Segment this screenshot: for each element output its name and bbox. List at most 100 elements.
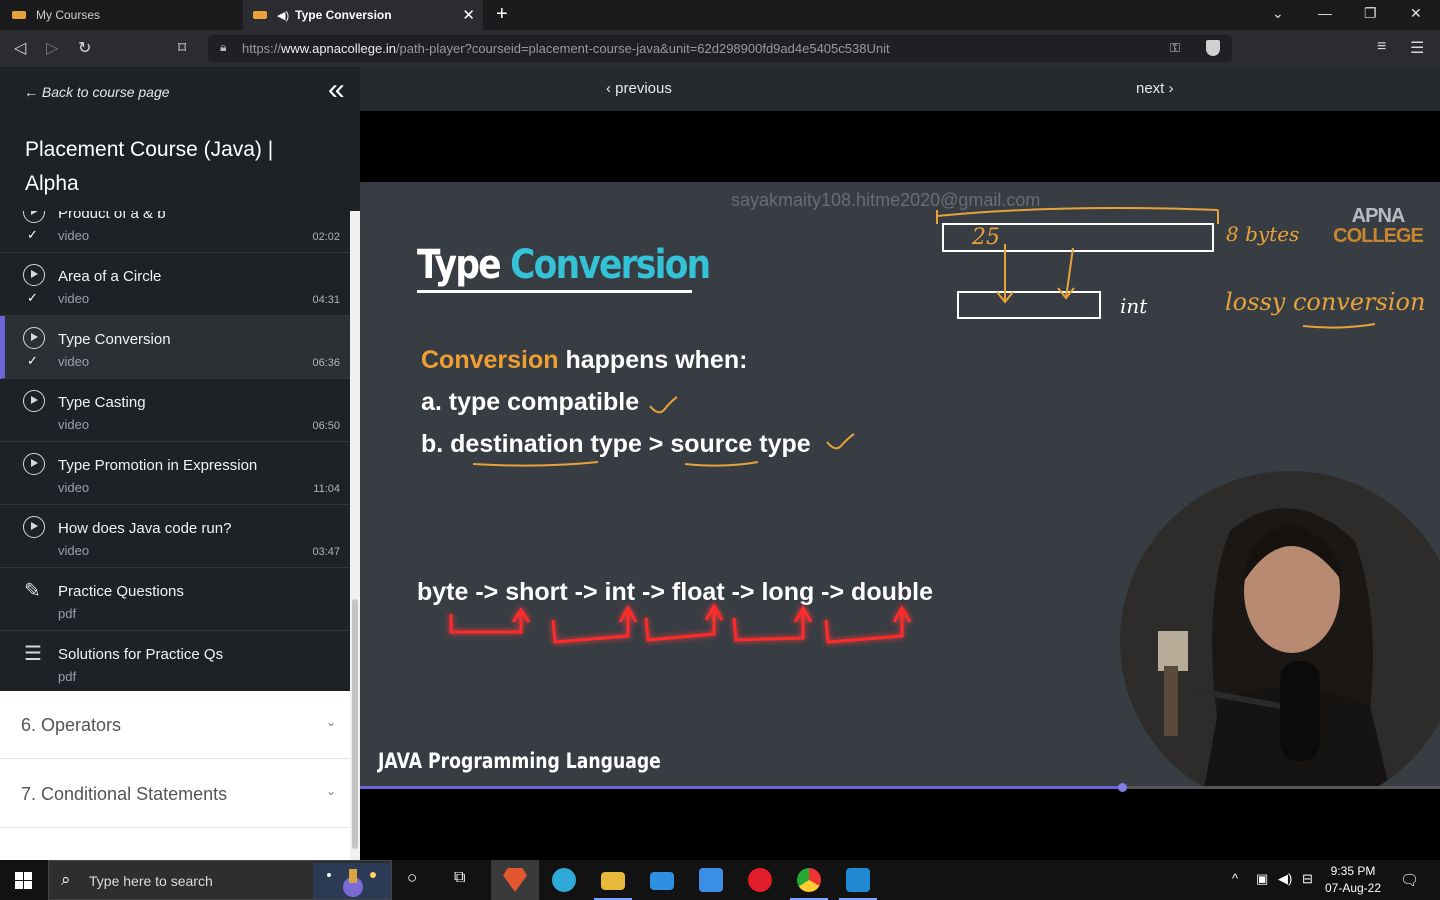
lesson-duration: 06:36 bbox=[312, 357, 340, 369]
edge-browser-icon[interactable] bbox=[552, 868, 576, 892]
tab-my-courses[interactable]: My Courses bbox=[0, 0, 242, 30]
cortana-icon[interactable]: ○ bbox=[407, 868, 417, 888]
lesson-duration: 04:31 bbox=[312, 294, 340, 306]
tray-chevron-icon[interactable]: ^ bbox=[1232, 871, 1238, 886]
section-conditional-statements[interactable]: 7. Conditional Statements ⌄ bbox=[0, 760, 350, 828]
play-circle-icon bbox=[23, 390, 45, 412]
lesson-item-active[interactable]: ✓ Type Conversion video 06:36 bbox=[0, 316, 350, 379]
lesson-type: video bbox=[58, 228, 90, 243]
lesson-item[interactable]: ✓ Area of a Circle video 04:31 bbox=[0, 253, 350, 316]
tab-list-chevron-icon[interactable]: ⌄ bbox=[1272, 5, 1284, 22]
lesson-item[interactable]: Type Casting video 06:50 bbox=[0, 379, 350, 442]
chrome-icon[interactable] bbox=[797, 868, 821, 892]
minimize-icon[interactable]: — bbox=[1318, 5, 1332, 21]
tab-type-conversion[interactable]: ◀) Type Conversion ✕ bbox=[243, 0, 483, 30]
lesson-title: How does Java code run? bbox=[58, 520, 232, 537]
close-tab-icon[interactable]: ✕ bbox=[462, 6, 475, 24]
search-highlight-art bbox=[313, 863, 391, 899]
address-bar[interactable]: 🔒︎ https://www.apnacollege.in/path-playe… bbox=[208, 35, 1232, 62]
play-circle-icon bbox=[23, 211, 45, 223]
windows-start-icon[interactable] bbox=[15, 872, 32, 889]
taskbar-clock[interactable]: 9:35 PM 07-Aug-22 bbox=[1322, 863, 1384, 897]
lesson-title: Type Casting bbox=[58, 394, 146, 411]
section-label: 6. Operators bbox=[21, 715, 122, 735]
chevron-down-icon: ⌄ bbox=[325, 715, 336, 729]
handwritten-bytes: 8 bytes bbox=[1226, 222, 1300, 246]
search-icon: ⌕ bbox=[61, 870, 71, 889]
check-icon: ✓ bbox=[27, 353, 38, 368]
taskbar-search[interactable]: ⌕ Type here to search bbox=[48, 860, 392, 900]
reload-icon[interactable]: ↻ bbox=[78, 38, 91, 58]
sidebar-scrollbar[interactable] bbox=[350, 211, 360, 860]
handwritten-value: 25 bbox=[972, 225, 1000, 250]
course-title: Placement Course (Java) | Alpha bbox=[25, 138, 274, 195]
lesson-item[interactable]: ✎ Practice Questions pdf bbox=[0, 568, 350, 631]
brave-shield-icon[interactable] bbox=[1206, 40, 1220, 56]
sidebar-header: ← Back to course page « Placement Course… bbox=[0, 67, 360, 211]
lesson-title: Area of a Circle bbox=[58, 268, 162, 285]
progress-knob[interactable] bbox=[1118, 783, 1128, 792]
forward-icon[interactable]: ▷ bbox=[46, 38, 58, 58]
volume-icon[interactable]: ◀) bbox=[1278, 871, 1292, 887]
next-button[interactable]: next › bbox=[1136, 80, 1174, 97]
menu-icon[interactable]: ☰ bbox=[1410, 38, 1424, 58]
playlist-icon[interactable]: ≡ bbox=[1377, 38, 1386, 56]
network-icon[interactable]: ⊟ bbox=[1302, 871, 1313, 887]
lesson-item[interactable]: How does Java code run? video 03:47 bbox=[0, 505, 350, 568]
close-window-icon[interactable]: ✕ bbox=[1410, 5, 1422, 22]
lesson-duration: 11:04 bbox=[313, 483, 340, 495]
bookmark-icon[interactable]: ⌑ bbox=[178, 38, 186, 58]
store-icon[interactable] bbox=[699, 868, 723, 892]
url-text[interactable]: https://www.apnacollege.in/path-player?c… bbox=[242, 41, 890, 56]
lesson-item[interactable]: ☰ Solutions for Practice Qs pdf bbox=[0, 631, 350, 691]
lesson-item[interactable]: Type Promotion in Expression video 11:04 bbox=[0, 442, 350, 505]
lesson-title: Type Promotion in Expression bbox=[58, 457, 258, 474]
tab-label: Type Conversion bbox=[295, 8, 392, 22]
tab-label: My Courses bbox=[36, 8, 101, 22]
video-frame[interactable]: sayakmaity108.hitme2020@gmail.com APNA C… bbox=[360, 182, 1440, 788]
play-circle-icon bbox=[23, 264, 45, 286]
collapse-sidebar-icon[interactable]: « bbox=[328, 73, 345, 107]
key-icon[interactable]: ⚿ bbox=[1170, 40, 1180, 56]
scrollbar-thumb[interactable] bbox=[352, 599, 358, 849]
lesson-title: Practice Questions bbox=[58, 583, 184, 600]
course-sidebar: ← Back to course page « Placement Course… bbox=[0, 67, 360, 860]
lesson-type: video bbox=[58, 354, 90, 369]
slide-footer: JAVA Programming Language bbox=[378, 749, 661, 773]
video-progress-bar[interactable] bbox=[360, 783, 1440, 792]
section-operators[interactable]: 6. Operators ⌄ bbox=[0, 691, 350, 759]
handwritten-int: int bbox=[1120, 294, 1148, 318]
lesson-type: video bbox=[58, 543, 90, 558]
previous-button[interactable]: ‹ previous bbox=[606, 80, 672, 97]
lesson-duration: 02:02 bbox=[312, 231, 340, 243]
speaker-icon[interactable]: ◀) bbox=[277, 9, 289, 22]
edit-document-icon: ✎ bbox=[24, 580, 41, 602]
lesson-duration: 03:47 bbox=[312, 546, 340, 558]
restore-icon[interactable]: ❐ bbox=[1364, 5, 1377, 22]
back-icon[interactable]: ◁ bbox=[14, 38, 26, 58]
play-circle-icon bbox=[23, 453, 45, 475]
back-to-course-link[interactable]: ← Back to course page bbox=[24, 84, 170, 100]
lesson-list: ✓ Product of a & b video 02:02 ✓ Area of… bbox=[0, 211, 350, 691]
lesson-type: pdf bbox=[58, 606, 77, 621]
lock-icon[interactable]: 🔒︎ bbox=[220, 40, 226, 55]
play-circle-icon bbox=[23, 516, 45, 538]
meet-now-icon[interactable]: ▣ bbox=[1256, 871, 1268, 887]
lesson-title: Product of a & b bbox=[58, 211, 166, 222]
vscode-icon[interactable] bbox=[846, 868, 870, 892]
new-tab-icon[interactable]: + bbox=[496, 3, 508, 26]
lesson-type: video bbox=[58, 417, 90, 432]
lesson-item[interactable]: ✓ Product of a & b video 02:02 bbox=[0, 211, 350, 253]
chevron-down-icon: ⌄ bbox=[325, 784, 336, 798]
file-explorer-icon[interactable] bbox=[601, 872, 625, 890]
lesson-type: video bbox=[58, 480, 90, 495]
opera-icon[interactable] bbox=[748, 868, 772, 892]
player-area: ‹ previous next › sayakmaity108.hitme202… bbox=[360, 67, 1440, 860]
mail-icon[interactable] bbox=[650, 872, 674, 890]
notifications-icon[interactable]: 🗨︎ bbox=[1400, 871, 1419, 889]
task-view-icon[interactable]: ⧉ bbox=[454, 869, 465, 887]
handwritten-lossy-conversion: lossy conversion bbox=[1225, 288, 1426, 316]
section-label: 7. Conditional Statements bbox=[21, 784, 228, 804]
lesson-type: video bbox=[58, 291, 90, 306]
apna-favicon-icon bbox=[253, 11, 267, 19]
